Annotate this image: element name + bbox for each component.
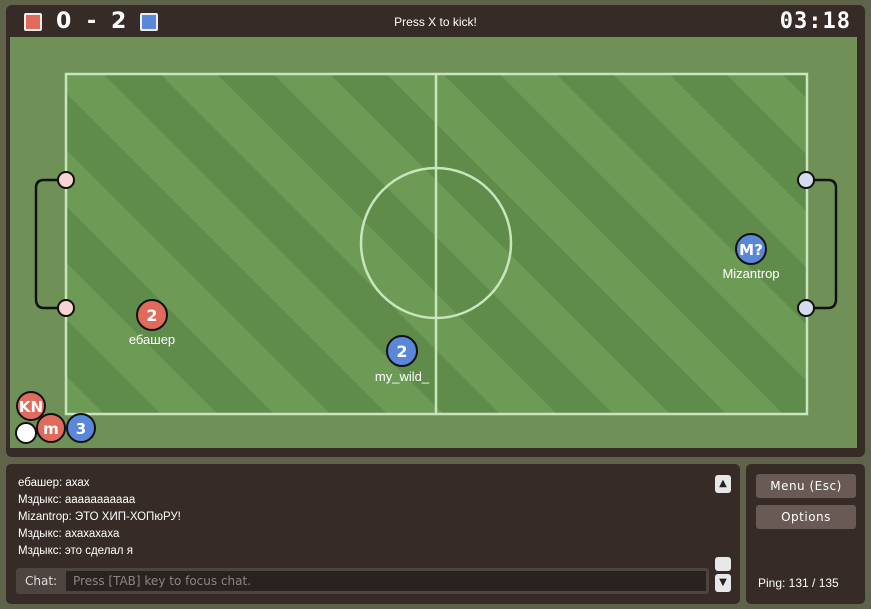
chat-message: Мздыкс: ахахахаха [18, 528, 120, 540]
scoreboard: 0 - 2 Press X to kick! 03:18 [6, 5, 865, 39]
chat-input[interactable] [66, 571, 706, 591]
player-name-mizantrop: Mizantrop [722, 266, 780, 281]
chat-panel: ебашер: ахах Мздыкс: ааааааааааа Mizantr… [6, 464, 740, 604]
player-number-ebasher: 2 [146, 306, 157, 325]
chat-message: ебашер: ахах [18, 477, 90, 489]
chat-message: Mizantrop: ЭТО ХИП-ХОПюРУ! [18, 511, 181, 523]
player-name-ebasher: ебашер [128, 332, 176, 347]
side-panel: Menu (Esc) Options Ping: 131 / 135 [746, 464, 865, 604]
ping-readout: Ping: 131 / 135 [758, 576, 839, 590]
pitch[interactable]: 2 2 M? KN m 3 [10, 37, 857, 448]
chat-label: Chat: [25, 574, 58, 588]
chat-message: Мздыкс: это сделал я [18, 545, 133, 557]
chat-scroll-up-button[interactable]: ▲ [715, 475, 731, 493]
left-goal-post-bottom [57, 299, 75, 317]
chat-bar: Chat: [16, 568, 709, 594]
chat-scroll-down-button[interactable]: ▼ [715, 574, 731, 592]
left-goal-post-top [57, 171, 75, 189]
corner-disc-m-label: m [43, 420, 59, 438]
corner-disc-kn-label: KN [19, 398, 43, 416]
kick-instruction: Press X to kick! [394, 15, 477, 29]
player-name-my-wild: my_wild_ [374, 369, 430, 384]
match-timer: 03:18 [779, 9, 851, 34]
corner-disc-3-label: 3 [76, 420, 86, 438]
menu-button[interactable]: Menu (Esc) [756, 474, 856, 498]
player-number-my-wild: 2 [396, 342, 407, 361]
player-number-mizantrop: M? [739, 241, 763, 259]
chat-message: Мздыкс: ааааааааааа [18, 494, 136, 506]
chat-scrollbar-thumb[interactable] [715, 557, 731, 571]
options-button[interactable]: Options [756, 505, 856, 529]
right-goal-post-bottom [797, 299, 815, 317]
ball [15, 422, 37, 444]
right-goal-post-top [797, 171, 815, 189]
